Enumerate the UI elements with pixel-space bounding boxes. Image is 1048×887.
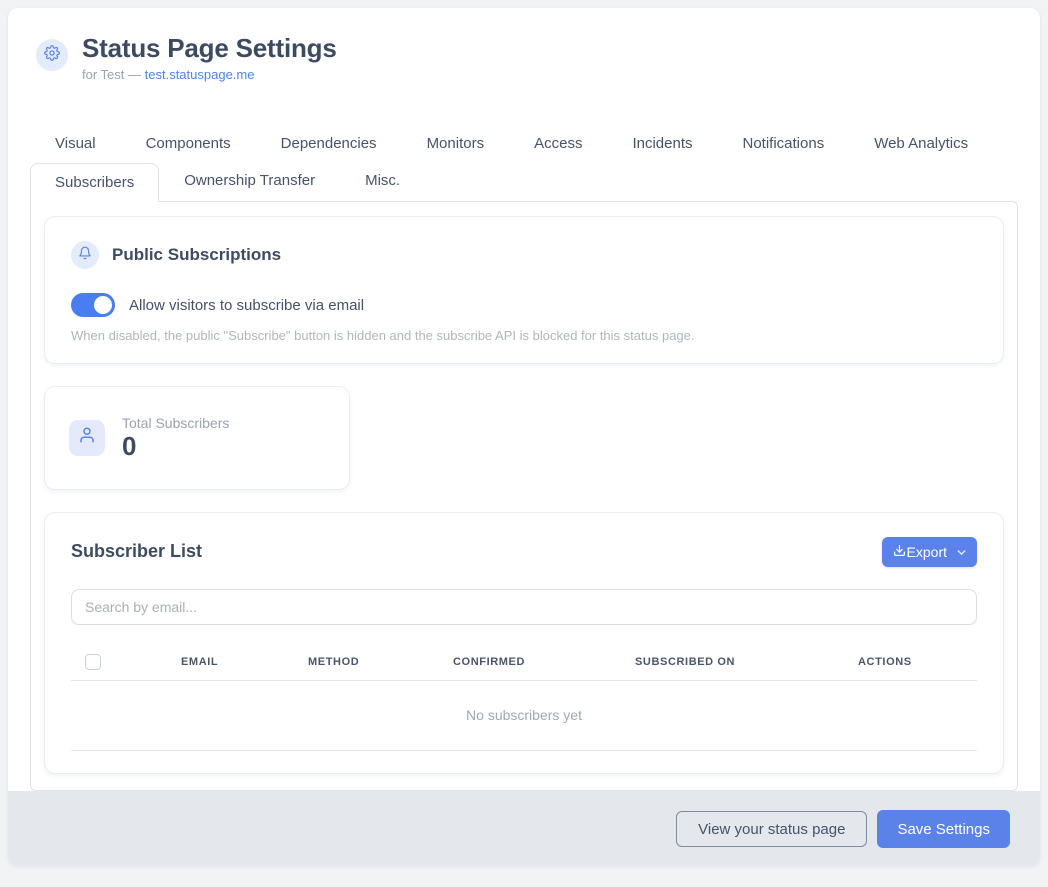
- footer-action-bar: View your status page Save Settings: [8, 791, 1040, 866]
- page-heading-block: Status Page Settings for Test — test.sta…: [82, 32, 337, 82]
- table-header-row: EMAIL METHOD CONFIRMED SUBSCRIBED ON ACT…: [71, 645, 977, 681]
- tab-components[interactable]: Components: [121, 126, 256, 160]
- subscriber-list-title: Subscriber List: [71, 541, 202, 562]
- column-header-email: EMAIL: [171, 645, 298, 681]
- subscribe-toggle-row: Allow visitors to subscribe via email: [71, 293, 977, 317]
- view-status-page-button[interactable]: View your status page: [676, 811, 867, 847]
- column-header-actions: ACTIONS: [848, 645, 977, 681]
- tab-web-analytics[interactable]: Web Analytics: [849, 126, 993, 160]
- save-settings-button[interactable]: Save Settings: [877, 810, 1010, 848]
- subscribers-table: EMAIL METHOD CONFIRMED SUBSCRIBED ON ACT…: [71, 645, 977, 751]
- subscriber-list-card: Subscriber List Export: [45, 513, 1003, 773]
- tab-ownership-transfer[interactable]: Ownership Transfer: [159, 163, 340, 201]
- toggle-helper-text: When disabled, the public "Subscribe" bu…: [71, 328, 977, 343]
- column-header-method: METHOD: [298, 645, 443, 681]
- bell-chip: [71, 241, 99, 269]
- allow-subscribe-toggle[interactable]: [71, 293, 115, 317]
- tab-misc[interactable]: Misc.: [340, 163, 425, 201]
- tab-visual[interactable]: Visual: [30, 126, 121, 160]
- gear-icon: [44, 45, 60, 66]
- status-page-settings-window: Status Page Settings for Test — test.sta…: [8, 8, 1040, 866]
- empty-state-message: No subscribers yet: [71, 680, 977, 750]
- stat-text-block: Total Subscribers 0: [122, 415, 229, 461]
- tab-row-2: Subscribers Ownership Transfer Misc.: [30, 163, 1018, 201]
- export-button-label: Export: [907, 544, 947, 560]
- chevron-down-icon: [955, 546, 966, 557]
- tab-incidents[interactable]: Incidents: [607, 126, 717, 160]
- toggle-knob: [94, 296, 112, 314]
- page-title: Status Page Settings: [82, 32, 337, 64]
- total-subscribers-card: Total Subscribers 0: [45, 387, 349, 489]
- subtitle-prefix: for Test —: [82, 67, 145, 82]
- total-subscribers-value: 0: [122, 432, 229, 461]
- public-subscriptions-card: Public Subscriptions Allow visitors to s…: [45, 217, 1003, 363]
- user-chip: [69, 420, 105, 456]
- public-subscriptions-header: Public Subscriptions: [71, 241, 977, 269]
- search-input[interactable]: [71, 589, 977, 625]
- download-icon: [893, 544, 906, 560]
- user-icon: [78, 426, 96, 449]
- page-subtitle: for Test — test.statuspage.me: [82, 67, 337, 82]
- settings-gear-chip: [36, 39, 68, 71]
- total-subscribers-label: Total Subscribers: [122, 415, 229, 431]
- tab-notifications[interactable]: Notifications: [718, 126, 850, 160]
- column-header-confirmed: CONFIRMED: [443, 645, 625, 681]
- subscriber-list-header: Subscriber List Export: [71, 537, 977, 567]
- settings-tabs: Visual Components Dependencies Monitors …: [30, 126, 1018, 201]
- tab-monitors[interactable]: Monitors: [402, 126, 510, 160]
- export-button[interactable]: Export: [882, 537, 977, 567]
- page-header: Status Page Settings for Test — test.sta…: [8, 8, 1040, 82]
- toggle-label: Allow visitors to subscribe via email: [129, 297, 364, 314]
- column-header-subscribed-on: SUBSCRIBED ON: [625, 645, 848, 681]
- select-all-checkbox[interactable]: [85, 654, 101, 670]
- tab-row-1: Visual Components Dependencies Monitors …: [30, 126, 1018, 160]
- bell-icon: [78, 246, 92, 265]
- status-page-link[interactable]: test.statuspage.me: [145, 67, 255, 82]
- subscribers-panel: Public Subscriptions Allow visitors to s…: [30, 201, 1018, 791]
- tab-subscribers[interactable]: Subscribers: [30, 163, 159, 202]
- tab-dependencies[interactable]: Dependencies: [256, 126, 402, 160]
- select-all-cell: [71, 645, 171, 681]
- tab-access[interactable]: Access: [509, 126, 607, 160]
- public-subscriptions-title: Public Subscriptions: [112, 245, 281, 265]
- empty-state-row: No subscribers yet: [71, 680, 977, 750]
